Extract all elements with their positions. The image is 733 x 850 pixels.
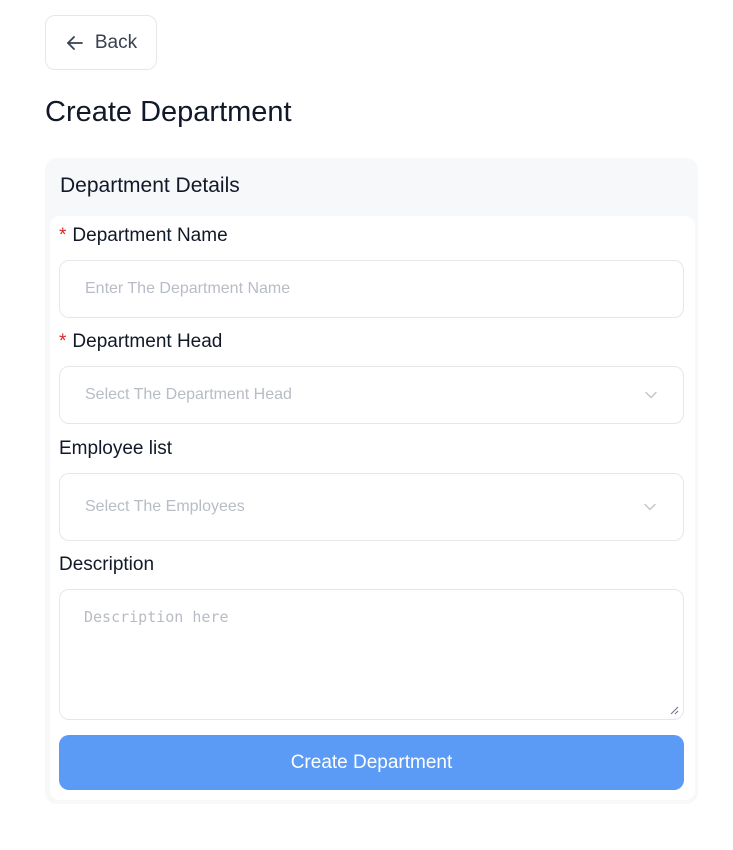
department-details-card: Department Details *Department Name *Dep… [45,158,698,804]
chevron-down-icon [644,503,656,511]
description-textarea[interactable] [60,590,683,719]
employee-list-select[interactable]: Select The Employees [59,473,684,541]
description-label: Description [59,554,155,575]
department-head-label: * Department Head [59,331,222,353]
department-head-select[interactable]: Select The Department Head [59,366,684,424]
department-name-input[interactable] [85,280,658,298]
chevron-down-icon [645,391,657,399]
card-title: Department Details [60,174,240,197]
required-mark: * [59,331,67,352]
required-mark: * [59,225,67,246]
back-button[interactable]: Back [45,15,157,70]
page-title: Create Department [45,96,292,128]
department-head-label-text: Department Head [72,331,223,352]
department-head-placeholder: Select The Department Head [85,386,292,403]
back-button-label: Back [94,31,138,53]
form-body: *Department Name *Department Head Select… [50,216,695,800]
employee-list-label: Employee list [59,438,172,459]
department-name-label-text: Department Name [72,225,228,246]
resize-handle-icon[interactable] [669,705,679,715]
arrow-left-icon [66,35,83,50]
description-field [59,589,684,720]
employee-list-placeholder: Select The Employees [85,498,245,515]
department-name-field [59,260,684,318]
department-name-label: * Department Name [59,225,228,247]
create-department-button[interactable]: Create Department [59,735,684,790]
